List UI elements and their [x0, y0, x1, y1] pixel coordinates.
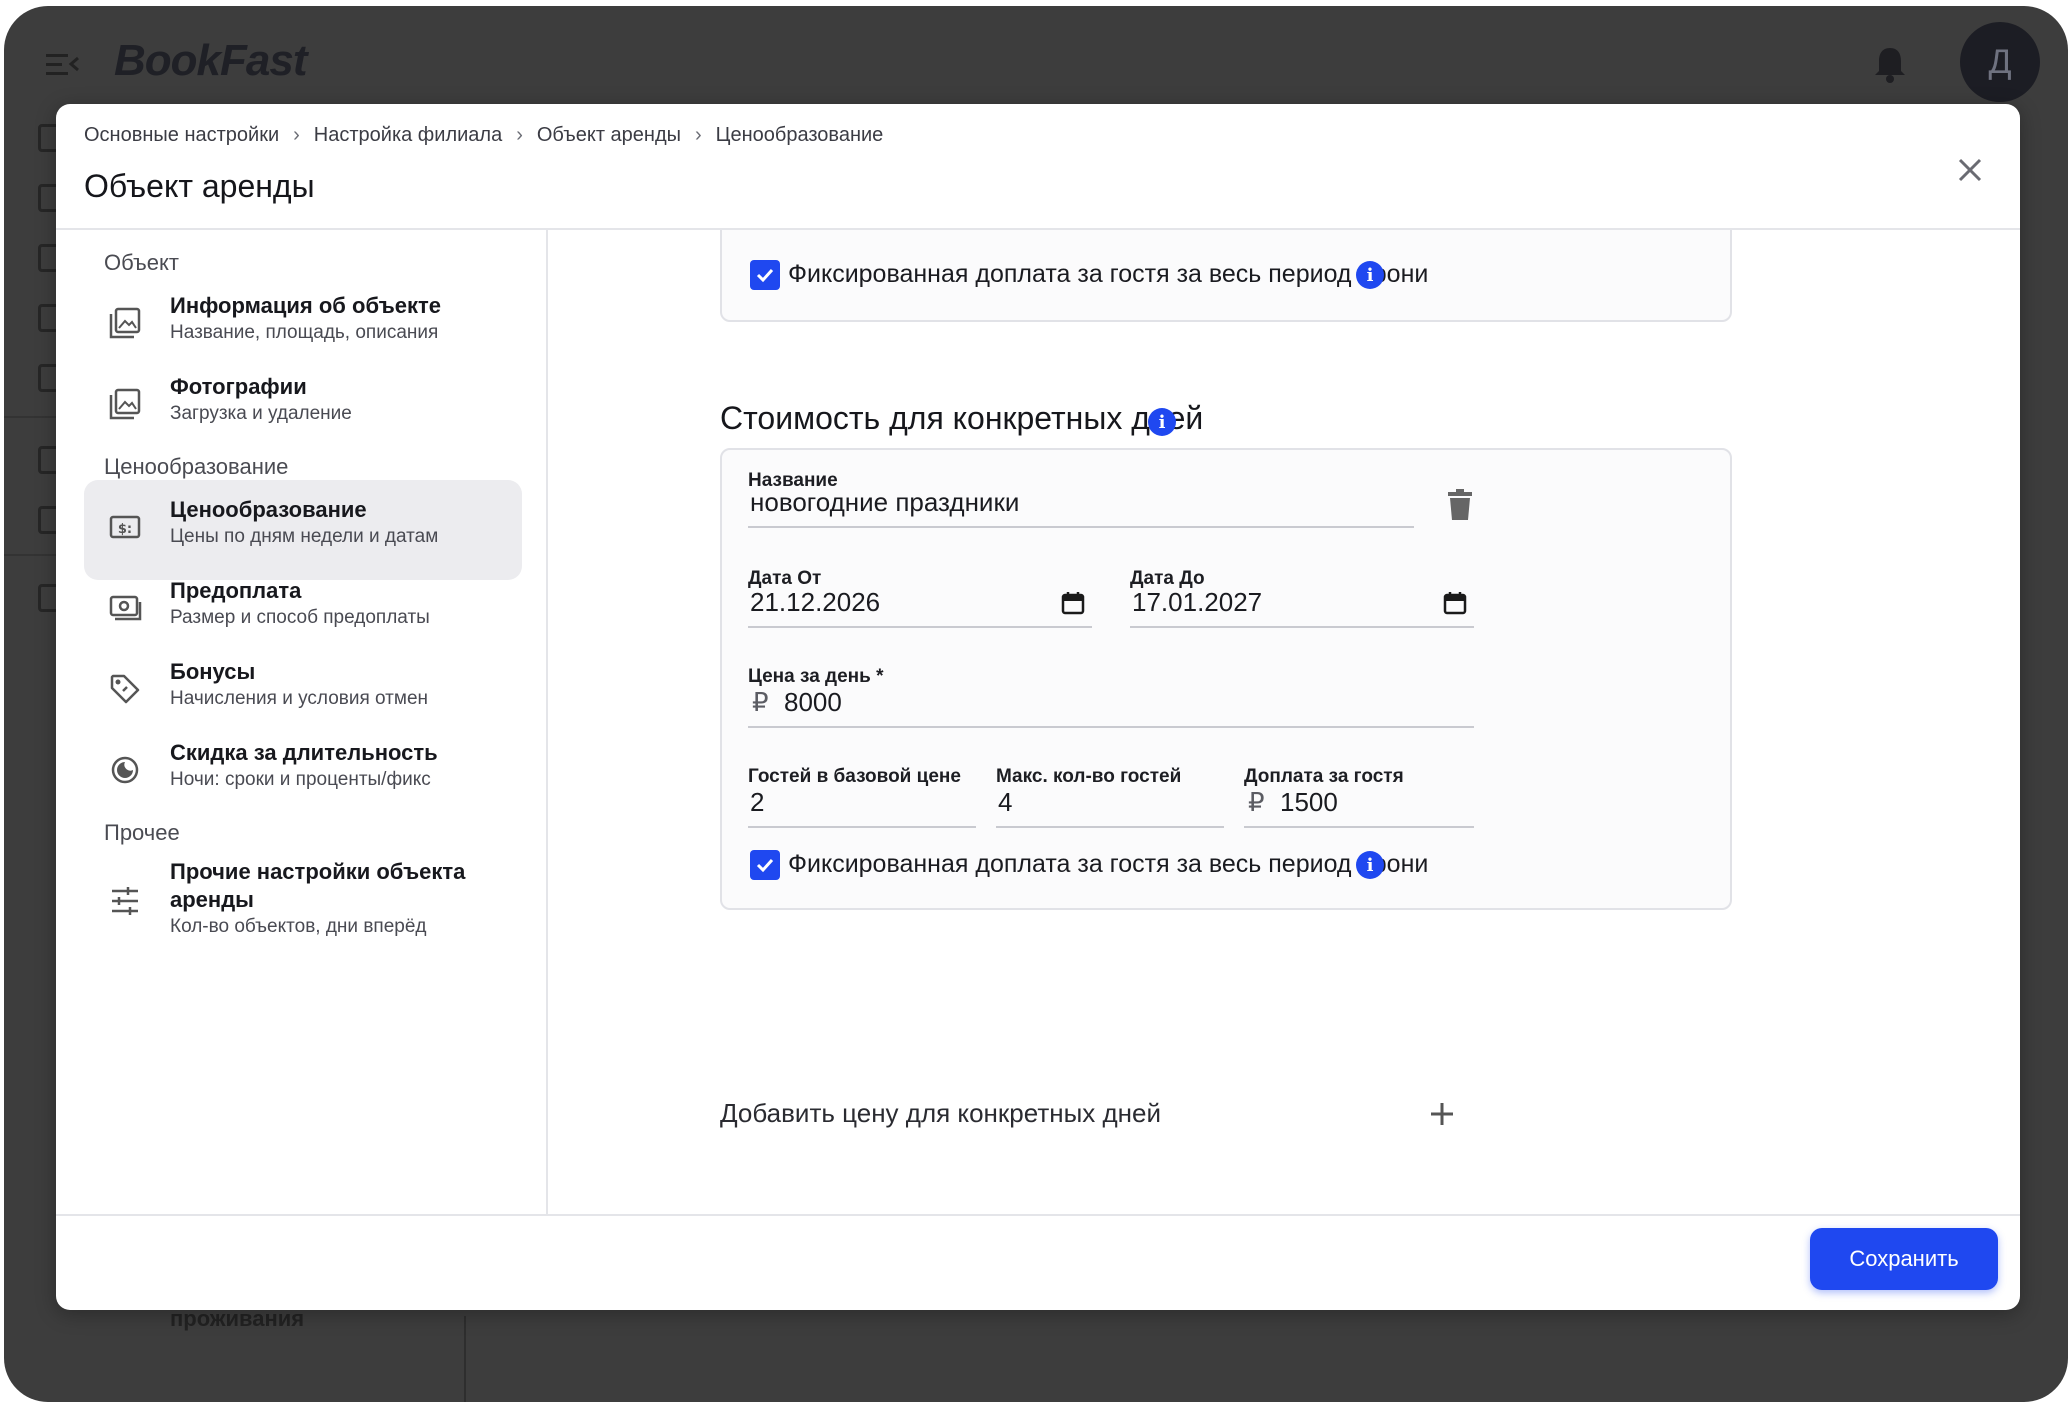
nav-item-photos[interactable]: Фотографии Загрузка и удаление	[84, 357, 522, 457]
date-to-value: 17.01.2027	[1132, 587, 1263, 617]
fixed-surcharge-label: Фиксированная доплата за гостя за весь п…	[788, 850, 1429, 878]
add-special-price-button[interactable]: Добавить цену для конкретных дней	[720, 1094, 1460, 1134]
date-from-input[interactable]: 21.12.2026	[748, 580, 1092, 628]
tag-icon	[110, 674, 140, 704]
base-price-card: Фиксированная доплата за гостя за весь п…	[720, 230, 1732, 322]
fixed-surcharge-label: Фиксированная доплата за гостя за весь п…	[788, 260, 1429, 288]
svg-text:$:: $:	[118, 522, 132, 537]
breadcrumb-item[interactable]: Настройка филиала	[314, 124, 502, 147]
menu-collapse-icon[interactable]	[46, 50, 80, 78]
modal-title: Объект аренды	[84, 168, 315, 204]
breadcrumb-item[interactable]: Объект аренды	[537, 124, 681, 147]
app-header: BookFast Д	[4, 6, 2068, 116]
user-avatar[interactable]: Д	[1960, 22, 2040, 102]
nav-item-subtitle: Ночи: сроки и проценты/фикс	[170, 769, 431, 790]
plus-icon	[1431, 1103, 1453, 1125]
close-icon[interactable]	[1950, 150, 1990, 190]
info-icon[interactable]: i	[1356, 261, 1384, 289]
fixed-surcharge-checkbox[interactable]	[750, 260, 780, 290]
fixed-surcharge-checkbox[interactable]	[750, 850, 780, 880]
settings-modal: Основные настройки › Настройка филиала ›…	[56, 104, 2020, 1310]
check-icon	[756, 268, 774, 283]
info-icon[interactable]: i	[1356, 851, 1384, 879]
price-tag-icon: $:	[109, 515, 141, 539]
nav-item-title: Информация об объекте	[170, 293, 442, 318]
nav-item-title: Предоплата	[170, 578, 302, 603]
moon-icon	[111, 756, 139, 784]
extra-guest-value: 1500	[1280, 787, 1338, 817]
nav-item-title: Бонусы	[170, 659, 256, 684]
breadcrumb-separator: ›	[293, 124, 300, 146]
name-input[interactable]: новогодние праздники	[748, 480, 1414, 528]
price-value: 8000	[784, 687, 842, 717]
cash-icon	[109, 595, 142, 621]
date-from-value: 21.12.2026	[750, 587, 881, 617]
breadcrumb-separator: ›	[695, 124, 702, 146]
bg-divider	[464, 1316, 466, 1402]
pricing-content: Фиксированная доплата за гостя за весь п…	[550, 230, 2020, 1214]
notification-bell-icon[interactable]	[1872, 44, 1908, 84]
nav-group-label: Прочее	[104, 820, 180, 845]
section-title-text: Стоимость для конкретных дней	[720, 400, 1204, 436]
nav-item-subtitle: Размер и способ предоплаты	[170, 607, 430, 628]
nav-item-subtitle: Кол-во объектов, дни вперёд	[170, 916, 427, 937]
breadcrumb-current: Ценообразование	[715, 124, 884, 146]
nav-item-title: Фотографии	[170, 374, 307, 399]
nav-item-other-settings[interactable]: Прочие настройки объекта аренды Кол-во о…	[84, 844, 522, 964]
breadcrumb-item[interactable]: Основные настройки	[84, 124, 279, 147]
section-title: Стоимость для конкретных дней	[720, 400, 1720, 440]
add-special-price-label: Добавить цену для конкретных дней	[720, 1098, 1162, 1128]
info-icon[interactable]: i	[1148, 408, 1176, 436]
nav-item-subtitle: Загрузка и удаление	[170, 403, 352, 424]
breadcrumb: Основные настройки › Настройка филиала ›…	[84, 124, 883, 147]
sliders-icon	[112, 887, 138, 915]
name-value: новогодние праздники	[750, 487, 1020, 517]
max-guests-value: 4	[998, 787, 1013, 817]
image-gallery-icon	[109, 388, 141, 420]
breadcrumb-separator: ›	[516, 124, 523, 146]
nav-item-title: Ценообразование	[170, 497, 367, 522]
date-to-input[interactable]: 17.01.2027	[1130, 580, 1474, 628]
guests-base-input[interactable]: 2	[748, 780, 976, 828]
extra-guest-input[interactable]: ₽ 1500	[1244, 780, 1474, 828]
guests-base-value: 2	[750, 787, 765, 817]
divider	[56, 1214, 2020, 1216]
calendar-icon[interactable]	[1060, 590, 1086, 616]
max-guests-input[interactable]: 4	[996, 780, 1224, 828]
nav-item-subtitle: Цены по дням недели и датам	[170, 526, 439, 547]
image-gallery-icon	[109, 307, 141, 339]
nav-group-label: Объект	[104, 250, 179, 275]
special-price-card: Название новогодние праздники Дата От 21…	[720, 448, 1732, 910]
nav-item-subtitle: Начисления и условия отмен	[170, 688, 429, 709]
nav-item-subtitle: Название, площадь, описания	[170, 322, 439, 343]
app-logo[interactable]: BookFast	[114, 36, 307, 86]
delete-icon[interactable]	[1446, 488, 1474, 522]
nav-group-label: Ценообразование	[104, 454, 289, 479]
save-button[interactable]: Сохранить	[1810, 1228, 1998, 1290]
nav-item-duration-discount[interactable]: Скидка за длительность Ночи: сроки и про…	[84, 723, 522, 823]
ruble-icon: ₽	[1248, 787, 1265, 817]
settings-nav: Объект Информация об объекте Название, п…	[56, 230, 548, 1214]
ruble-icon: ₽	[752, 687, 769, 717]
calendar-icon[interactable]	[1442, 590, 1468, 616]
price-input[interactable]: ₽ 8000	[748, 680, 1474, 728]
check-icon	[756, 858, 774, 873]
nav-item-title: Скидка за длительность	[170, 740, 438, 765]
nav-item-title: Прочие настройки объекта аренды	[170, 859, 466, 912]
